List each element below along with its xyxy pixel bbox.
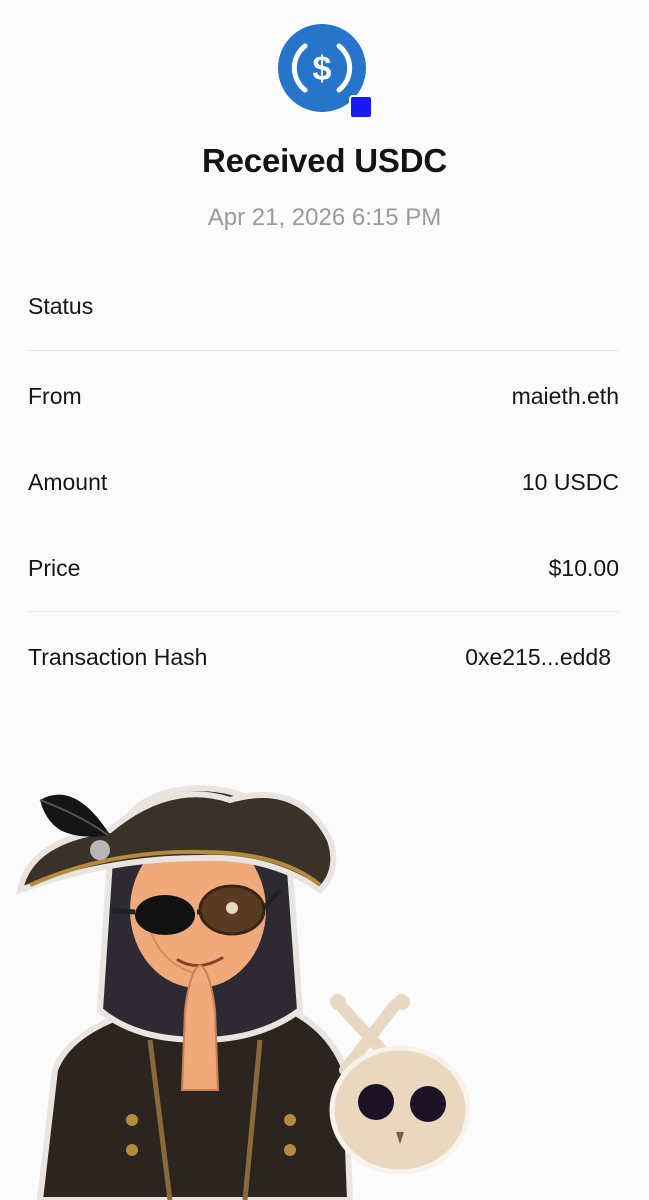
transaction-hash-value[interactable]: 0xe215...edd8	[465, 644, 611, 671]
usdc-coin-icon: $	[278, 24, 373, 119]
price-label: Price	[28, 554, 81, 581]
transaction-date: Apr 21, 2026 6:15 PM	[207, 204, 442, 231]
transaction-detail-screen: $ Received USDC Apr 21, 2026 6:15 PM Sta…	[0, 0, 649, 1200]
from-row: From maieth.eth	[28, 376, 619, 416]
price-value: $10.00	[548, 554, 619, 581]
svg-text:$: $	[313, 50, 332, 88]
price-row: Price $10.00	[28, 548, 619, 588]
transaction-hash-row[interactable]: Transaction Hash 0xe215...edd8	[28, 637, 619, 677]
network-badge-icon	[349, 95, 373, 119]
divider	[28, 350, 619, 351]
status-row: Status	[28, 286, 619, 326]
amount-row: Amount 10 USDC	[28, 462, 619, 502]
divider	[28, 611, 619, 612]
status-label: Status	[28, 292, 94, 319]
page-title: Received USDC	[202, 142, 447, 179]
skull-crossbones-sticker	[329, 994, 471, 1175]
pirate-character-sticker	[16, 784, 471, 1200]
from-address[interactable]: maieth.eth	[512, 383, 619, 410]
transaction-hash-label: Transaction Hash	[28, 643, 208, 670]
from-label: From	[28, 382, 82, 409]
amount-label: Amount	[28, 468, 108, 495]
amount-value: 10 USDC	[521, 468, 619, 495]
